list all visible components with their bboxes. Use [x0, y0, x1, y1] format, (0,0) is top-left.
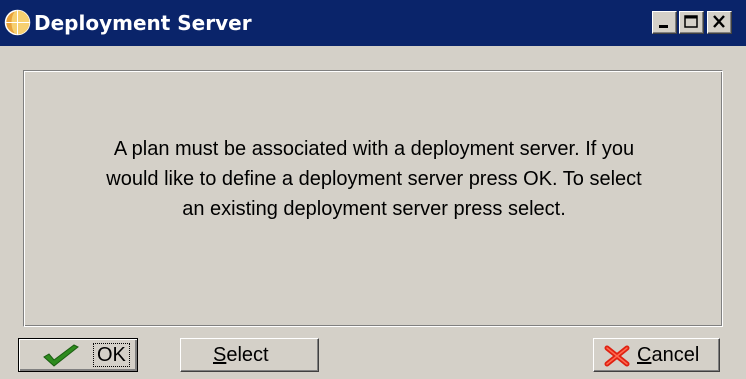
message-line: A plan must be associated with a deploym… [113, 138, 635, 160]
cancel-button[interactable]: Cancel [593, 338, 720, 372]
close-button[interactable] [707, 11, 732, 34]
ok-button-label: OK [93, 343, 130, 367]
title-bar[interactable]: Deployment Server [0, 0, 746, 46]
app-globe-icon [4, 9, 31, 36]
window-title: Deployment Server [34, 11, 252, 35]
checkmark-icon [41, 344, 81, 374]
dialog-window: Deployment Server A plan must be associa… [0, 0, 746, 379]
cancel-button-label: Cancel [637, 344, 700, 366]
select-button[interactable]: Select [180, 338, 319, 372]
message-line: would like to define a deployment server… [106, 168, 642, 190]
ok-button[interactable]: OK [18, 338, 138, 372]
message-panel: A plan must be associated with a deploym… [23, 70, 723, 327]
message-line: an existing deployment server press sele… [182, 198, 566, 220]
message-text: A plan must be associated with a deploym… [24, 134, 724, 224]
minimize-button[interactable] [652, 11, 677, 34]
red-x-icon [604, 345, 630, 373]
maximize-button[interactable] [679, 11, 704, 34]
select-button-label: Select [213, 344, 269, 366]
